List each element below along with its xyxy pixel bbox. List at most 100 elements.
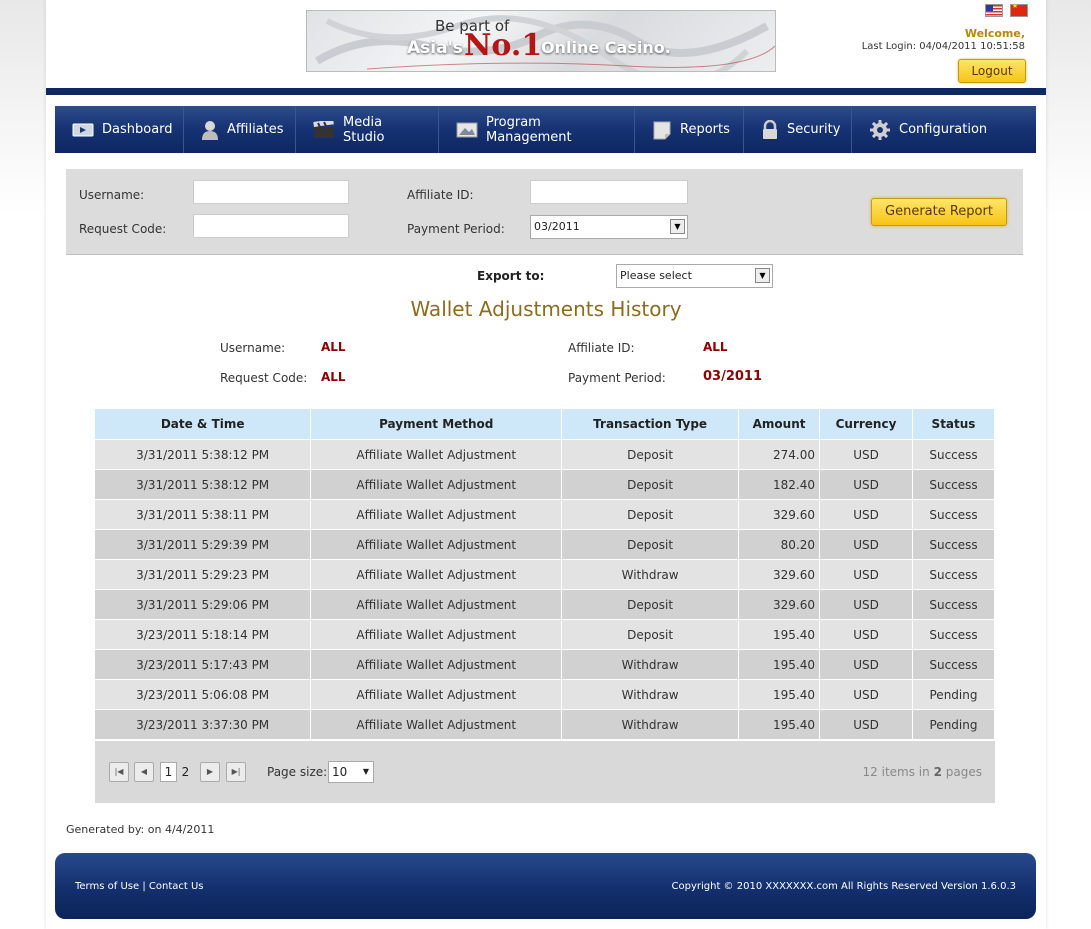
header-divider	[46, 88, 1046, 95]
table-row[interactable]: 3/23/2011 3:37:30 PM Affiliate Wallet Adj…	[95, 709, 995, 740]
logout-button[interactable]: Logout	[958, 59, 1026, 83]
terms-link[interactable]: Terms of Use	[75, 881, 139, 892]
request-code-input[interactable]	[193, 214, 349, 238]
cell-payment-method: Affiliate Wallet Adjustment	[310, 649, 563, 680]
table-row[interactable]: 3/31/2011 5:38:12 PM Affiliate Wallet Adj…	[95, 469, 995, 500]
cell-payment-method: Affiliate Wallet Adjustment	[310, 619, 563, 650]
cell-payment-method: Affiliate Wallet Adjustment	[310, 499, 563, 530]
cell-transaction-type: Withdraw	[561, 709, 740, 740]
cell-amount: 329.60	[738, 589, 821, 620]
cell-status: Success	[912, 499, 995, 530]
cell-currency: USD	[819, 439, 913, 470]
cell-currency: USD	[819, 679, 913, 710]
summary-username-label: Username:	[220, 341, 286, 355]
username-input[interactable]	[193, 180, 349, 204]
cell-status: Success	[912, 559, 995, 590]
nav-program-management[interactable]: Program Management	[439, 106, 635, 153]
prev-page-icon[interactable]: ◀	[134, 762, 154, 782]
cell-status: Pending	[912, 709, 995, 740]
chevron-down-icon[interactable]: ▼	[670, 219, 685, 234]
nav-program-management-label: Program Management	[486, 114, 572, 145]
nav-dashboard[interactable]: Dashboard	[55, 106, 184, 153]
pages-count: 2	[933, 765, 942, 779]
export-value: Please select	[620, 269, 692, 282]
cell-amount: 195.40	[738, 709, 821, 740]
footer-links: Terms of Use | Contact Us	[75, 881, 204, 892]
cell-amount: 274.00	[738, 439, 821, 470]
page-number[interactable]: 2	[177, 762, 194, 782]
cell-status: Success	[912, 529, 995, 560]
chevron-down-icon[interactable]: ▼	[363, 762, 369, 782]
nav-security[interactable]: Security	[744, 106, 852, 153]
cell-transaction-type: Deposit	[561, 439, 740, 470]
cell-amount: 80.20	[738, 529, 821, 560]
table-row[interactable]: 3/23/2011 5:18:14 PM Affiliate Wallet Adj…	[95, 619, 995, 650]
banner-asia: Asia's	[407, 38, 463, 58]
nav-configuration[interactable]: Configuration	[852, 106, 1006, 153]
nav-configuration-label: Configuration	[899, 122, 988, 137]
footer: Terms of Use | Contact Us Copyright © 20…	[55, 853, 1036, 919]
cell-currency: USD	[819, 709, 913, 740]
username-label: Username:	[79, 188, 145, 202]
table-row[interactable]: 3/31/2011 5:38:12 PM Affiliate Wallet Adj…	[95, 439, 995, 470]
china-flag-icon[interactable]	[1009, 2, 1028, 17]
contact-link[interactable]: Contact Us	[149, 881, 204, 892]
table-row[interactable]: 3/23/2011 5:06:08 PM Affiliate Wallet Adj…	[95, 679, 995, 710]
summary-payment-period-value: 03/2011	[703, 369, 763, 384]
nav-affiliates-label: Affiliates	[227, 122, 284, 137]
summary-request-code-value: ALL	[321, 370, 346, 384]
column-header[interactable]: Date & Time	[95, 409, 312, 440]
pager: |◀ ◀ 1 2 ▶ ▶| Page size: 10 ▼ 12 items i…	[95, 741, 995, 803]
table-row[interactable]: 3/31/2011 5:38:11 PM Affiliate Wallet Adj…	[95, 499, 995, 530]
nav-reports[interactable]: Reports	[635, 106, 744, 153]
payment-period-value: 03/2011	[534, 220, 580, 233]
cell-currency: USD	[819, 619, 913, 650]
welcome-text: Welcome,	[964, 27, 1025, 40]
column-header[interactable]: Transaction Type	[561, 409, 740, 440]
cell-transaction-type: Deposit	[561, 499, 740, 530]
payment-period-select[interactable]: 03/2011 ▼	[530, 215, 688, 239]
nav-reports-label: Reports	[680, 122, 730, 137]
last-page-icon[interactable]: ▶|	[226, 762, 246, 782]
nav-dashboard-label: Dashboard	[102, 122, 173, 137]
cell-amount: 195.40	[738, 679, 821, 710]
cell-transaction-type: Deposit	[561, 589, 740, 620]
cell-date-time: 3/31/2011 5:29:39 PM	[95, 529, 312, 560]
column-header[interactable]: Status	[912, 409, 995, 440]
nav-security-label: Security	[787, 122, 841, 137]
page-size-select[interactable]: 10 ▼	[328, 761, 374, 783]
table-row[interactable]: 3/31/2011 5:29:39 PM Affiliate Wallet Adj…	[95, 529, 995, 560]
affiliate-id-input[interactable]	[530, 180, 688, 204]
page-number-current[interactable]: 1	[160, 762, 177, 782]
nav-media-studio-label: Media Studio	[343, 114, 385, 145]
first-page-icon[interactable]: |◀	[109, 762, 129, 782]
cell-transaction-type: Deposit	[561, 619, 740, 650]
cell-payment-method: Affiliate Wallet Adjustment	[310, 439, 563, 470]
table-row[interactable]: 3/31/2011 5:29:06 PM Affiliate Wallet Adj…	[95, 589, 995, 620]
table-row[interactable]: 3/31/2011 5:29:23 PM Affiliate Wallet Adj…	[95, 559, 995, 590]
table-row[interactable]: 3/23/2011 5:17:43 PM Affiliate Wallet Adj…	[95, 649, 995, 680]
notepad-icon	[652, 121, 672, 139]
column-header[interactable]: Currency	[819, 409, 913, 440]
cell-status: Success	[912, 439, 995, 470]
casino-banner[interactable]: Be part of Asia's No.1 Online Casino.	[306, 10, 776, 72]
cell-payment-method: Affiliate Wallet Adjustment	[310, 589, 563, 620]
summary-affiliate-id-value: ALL	[703, 340, 728, 354]
cell-date-time: 3/23/2011 3:37:30 PM	[95, 709, 312, 740]
cell-payment-method: Affiliate Wallet Adjustment	[310, 469, 563, 500]
us-flag-icon[interactable]	[985, 4, 1003, 17]
column-header[interactable]: Payment Method	[310, 409, 563, 440]
next-page-icon[interactable]: ▶	[200, 762, 220, 782]
column-header[interactable]: Amount	[738, 409, 821, 440]
generate-report-button[interactable]: Generate Report	[871, 198, 1007, 226]
report-title: Wallet Adjustments History	[410, 297, 682, 321]
nav-affiliates[interactable]: Affiliates	[184, 106, 296, 153]
cell-payment-method: Affiliate Wallet Adjustment	[310, 709, 563, 740]
chevron-down-icon[interactable]: ▼	[755, 268, 770, 283]
history-table: Date & Time Payment Method Transaction T…	[95, 409, 995, 740]
cell-currency: USD	[819, 529, 913, 560]
nav-media-studio[interactable]: Media Studio	[296, 106, 439, 153]
pages-text: pages	[945, 765, 982, 779]
cell-transaction-type: Deposit	[561, 529, 740, 560]
export-select[interactable]: Please select ▼	[616, 264, 773, 288]
